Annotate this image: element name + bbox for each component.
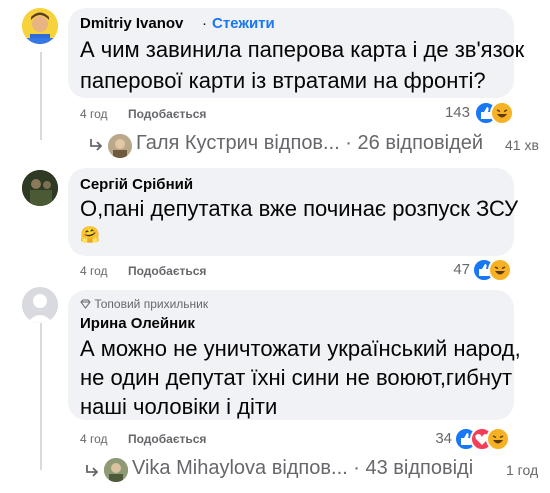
avatar[interactable] <box>22 8 58 44</box>
haha-reaction-icon <box>490 101 514 125</box>
hugging-emoji: 🤗 <box>80 227 100 244</box>
reaction-count[interactable]: 143 <box>440 104 470 121</box>
reply-time: 41 хв <box>505 137 539 153</box>
badge-label: Топовий прихильник <box>94 297 209 311</box>
reply-arrow-icon <box>86 465 99 477</box>
separator-dot: · <box>353 457 360 479</box>
comment-time[interactable]: 4 год <box>80 107 108 121</box>
view-replies-link[interactable]: Галя Кустрич відпов... · 26 відповідей <box>136 132 483 155</box>
avatar[interactable] <box>22 170 58 206</box>
comment-author[interactable]: Ирина Олейник <box>80 315 195 332</box>
comment-time[interactable]: 4 год <box>80 432 108 446</box>
avatar-image-icon <box>22 170 58 206</box>
like-button[interactable]: Подобається <box>128 264 206 278</box>
view-replies-link[interactable]: Vika Mihaylova відпов... · 43 відповіді <box>132 457 473 480</box>
avatar-image-icon <box>22 8 58 44</box>
thread-line <box>40 318 42 470</box>
comment-text: О,пані депутатка вже починає розпуск ЗСУ <box>80 196 519 221</box>
haha-reaction-icon <box>488 258 512 282</box>
reply-count: 43 відповіді <box>365 457 474 479</box>
haha-reaction-icon <box>486 427 510 451</box>
avatar[interactable] <box>108 134 132 158</box>
comment-text: наші чоловіки і діти <box>80 394 278 419</box>
reply-time: 1 год <box>506 462 539 478</box>
avatar-image-icon <box>108 134 132 158</box>
comment-author[interactable]: Dmitriy Ivanov <box>80 15 183 32</box>
comment-text: паперової карти із втратами на фронті? <box>80 68 486 93</box>
reply-author: Vika Mihaylova відпов... <box>132 457 348 479</box>
like-button[interactable]: Подобається <box>128 107 206 121</box>
diamond-icon <box>80 299 91 309</box>
avatar[interactable] <box>22 287 58 323</box>
thread-line <box>40 52 42 140</box>
comment-text: А чим завинила паперова карта і де зв'яз… <box>80 37 525 62</box>
top-fan-badge: Топовий прихильник <box>80 297 208 311</box>
comment-author[interactable]: Сергій Срібний <box>80 176 193 193</box>
reaction-count[interactable]: 47 <box>440 261 470 278</box>
comment-text: А можно не уничтожати український народ, <box>80 336 521 361</box>
reply-count: 26 відповідей <box>357 132 484 154</box>
reply-arrow-icon <box>90 139 103 151</box>
reply-author: Галя Кустрич відпов... <box>136 132 340 154</box>
avatar-image-icon <box>104 458 128 482</box>
comment-time[interactable]: 4 год <box>80 264 108 278</box>
like-button[interactable]: Подобається <box>128 432 206 446</box>
follow-button[interactable]: Стежити <box>212 15 275 32</box>
comment-text: не один депутат їхні сини не воюют,гибну… <box>80 365 513 390</box>
separator-dot: · <box>202 15 207 32</box>
avatar[interactable] <box>104 458 128 482</box>
separator-dot: · <box>345 132 352 154</box>
default-avatar-icon <box>22 287 58 323</box>
reaction-count[interactable]: 34 <box>422 430 452 447</box>
